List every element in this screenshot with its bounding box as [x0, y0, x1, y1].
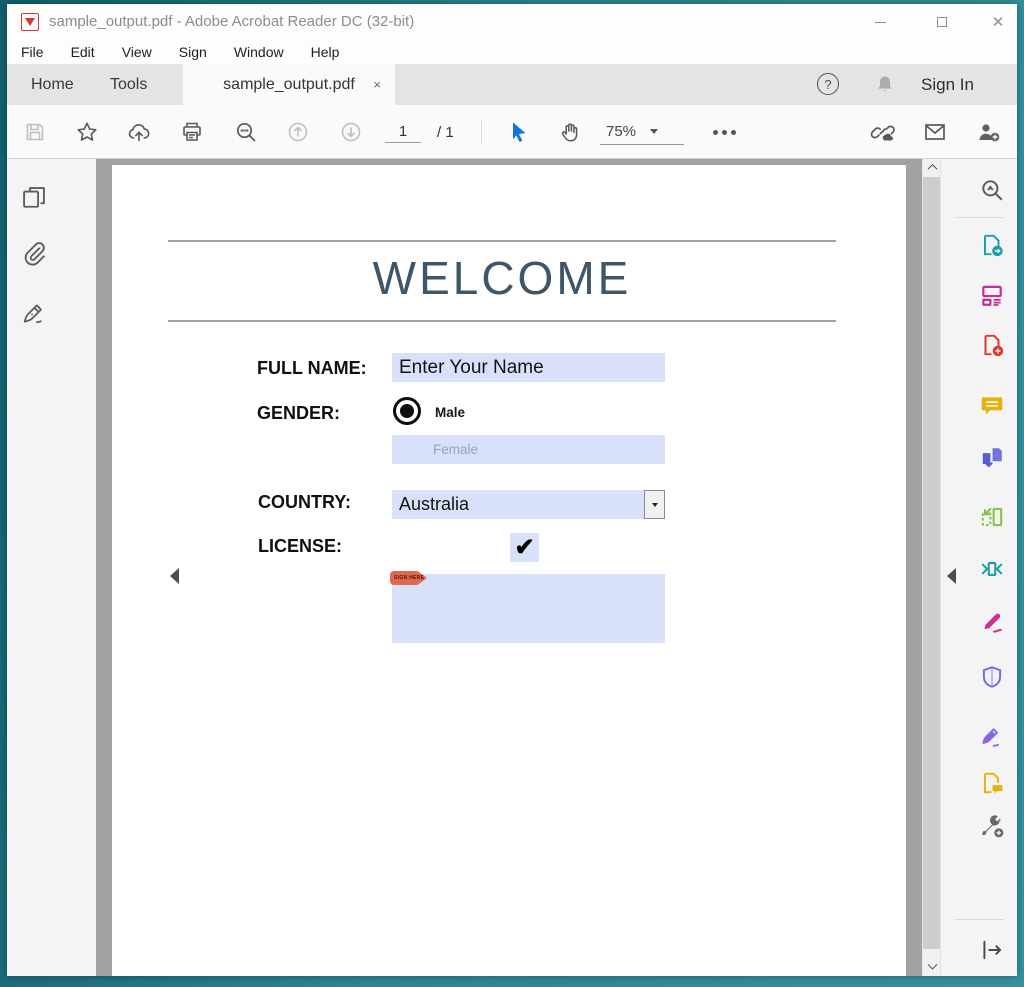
sign-in-button[interactable]: Sign In — [921, 64, 974, 105]
desktop-background: sample_output.pdf - Adobe Acrobat Reader… — [0, 0, 1024, 987]
select-tool-icon[interactable] — [506, 120, 530, 144]
menu-edit[interactable]: Edit — [71, 44, 95, 60]
vertical-scrollbar[interactable] — [922, 159, 940, 976]
license-checkbox[interactable]: ✔ — [510, 533, 539, 562]
search-tools-icon[interactable] — [979, 177, 1005, 203]
hand-tool-icon[interactable] — [558, 120, 582, 144]
license-label: LICENSE: — [258, 536, 342, 557]
expand-right-panel-arrow[interactable] — [947, 568, 956, 584]
title-bar: sample_output.pdf - Adobe Acrobat Reader… — [7, 4, 1017, 40]
country-label: COUNTRY: — [258, 492, 351, 513]
acrobat-app-icon — [21, 13, 39, 31]
panel-divider — [955, 919, 1004, 920]
combine-files-icon[interactable] — [979, 445, 1005, 471]
protect-icon[interactable] — [979, 664, 1005, 690]
zoom-level-control[interactable]: 75% — [600, 119, 684, 145]
menu-view[interactable]: View — [122, 44, 152, 60]
tab-document[interactable]: sample_output.pdf × — [183, 64, 395, 105]
tab-bar: Home Tools sample_output.pdf × ? Sign In — [7, 64, 1017, 105]
page-number-input[interactable] — [385, 121, 421, 143]
dropdown-arrow-button[interactable] — [644, 490, 665, 519]
organize-pages-icon[interactable] — [979, 504, 1005, 530]
pdf-page: WELCOME FULL NAME: Enter Your Name GENDE… — [112, 165, 906, 976]
email-icon[interactable] — [923, 120, 947, 144]
full-name-field[interactable]: Enter Your Name — [392, 353, 665, 382]
acrobat-window: sample_output.pdf - Adobe Acrobat Reader… — [7, 4, 1017, 976]
country-selected-value: Australia — [392, 490, 644, 519]
document-view-area[interactable]: WELCOME FULL NAME: Enter Your Name GENDE… — [96, 159, 922, 976]
tools-panel — [940, 159, 1017, 976]
country-dropdown[interactable]: Australia — [392, 490, 665, 519]
add-account-icon[interactable] — [976, 120, 1000, 144]
pdf-heading: WELCOME — [168, 251, 836, 305]
help-icon[interactable]: ? — [817, 73, 839, 95]
female-field[interactable]: Female — [392, 435, 665, 464]
menu-file[interactable]: File — [21, 44, 44, 60]
previous-page-icon[interactable] — [286, 120, 310, 144]
main-area: WELCOME FULL NAME: Enter Your Name GENDE… — [7, 159, 1017, 976]
certificates-sign-icon[interactable] — [979, 724, 1005, 750]
menu-sign[interactable]: Sign — [179, 44, 207, 60]
chevron-down-icon — [927, 960, 937, 970]
close-document-icon[interactable]: × — [373, 64, 381, 105]
scroll-down-button[interactable] — [923, 959, 941, 976]
more-tools-icon[interactable] — [979, 813, 1005, 839]
send-for-comments-icon[interactable] — [979, 770, 1005, 796]
tab-tools[interactable]: Tools — [110, 64, 147, 105]
fill-and-sign-icon[interactable] — [979, 609, 1005, 635]
page-count-label: / 1 — [437, 124, 454, 141]
attachments-icon[interactable] — [20, 239, 48, 267]
chevron-up-icon — [927, 164, 937, 174]
panel-divider — [955, 217, 1004, 218]
main-toolbar: / 1 75% — [7, 105, 1017, 159]
more-tools-icon[interactable] — [713, 130, 718, 135]
chevron-down-icon — [652, 503, 658, 507]
expand-panel-icon[interactable] — [979, 937, 1005, 963]
chevron-down-icon — [650, 129, 658, 134]
comment-icon[interactable] — [979, 392, 1005, 418]
menu-window[interactable]: Window — [234, 44, 284, 60]
share-link-icon[interactable] — [870, 120, 894, 144]
zoom-value: 75% — [606, 123, 636, 140]
search-zoom-icon[interactable] — [234, 120, 258, 144]
scroll-up-button[interactable] — [923, 159, 941, 176]
notifications-bell-icon[interactable] — [873, 73, 897, 102]
heading-rule-bottom — [168, 320, 836, 322]
document-tab-label: sample_output.pdf — [223, 76, 355, 93]
male-radio-button[interactable] — [393, 397, 421, 425]
page-thumbnails-icon[interactable] — [20, 184, 48, 212]
minimize-button[interactable] — [865, 4, 895, 40]
compress-pdf-icon[interactable] — [979, 556, 1005, 582]
tab-home[interactable]: Home — [31, 64, 74, 105]
full-name-label: FULL NAME: — [257, 358, 367, 379]
close-button[interactable]: ✕ — [983, 4, 1013, 40]
menu-help[interactable]: Help — [311, 44, 340, 60]
save-icon[interactable] — [23, 120, 47, 144]
toolbar-separator — [481, 119, 482, 145]
maximize-button[interactable] — [927, 4, 957, 40]
left-navigation-panel — [7, 159, 96, 976]
scrollbar-thumb[interactable] — [923, 177, 941, 949]
menu-bar: File Edit View Sign Window Help — [7, 40, 1017, 64]
signature-field[interactable] — [392, 574, 665, 643]
gender-label: GENDER: — [257, 403, 340, 424]
collapse-left-panel-arrow[interactable] — [170, 568, 179, 584]
signatures-icon[interactable] — [20, 299, 48, 327]
window-title: sample_output.pdf - Adobe Acrobat Reader… — [49, 4, 414, 40]
export-pdf-icon[interactable] — [979, 232, 1005, 258]
star-favorites-icon[interactable] — [75, 120, 99, 144]
edit-pdf-icon[interactable] — [979, 282, 1005, 308]
male-radio-label: Male — [435, 405, 465, 420]
heading-rule-top — [168, 240, 836, 242]
print-icon[interactable] — [180, 120, 204, 144]
share-cloud-icon[interactable] — [126, 120, 150, 144]
create-pdf-icon[interactable] — [979, 332, 1005, 358]
next-page-icon[interactable] — [339, 120, 363, 144]
